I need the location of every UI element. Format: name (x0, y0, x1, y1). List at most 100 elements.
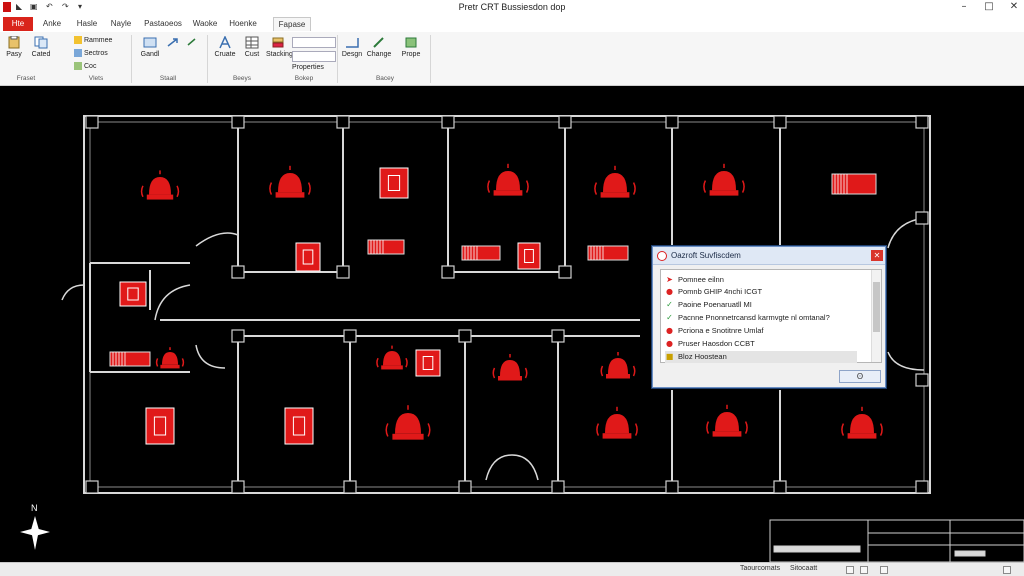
stack-button[interactable]: Stacking (266, 36, 293, 58)
snap-icon[interactable] (860, 566, 868, 574)
horn-strobe-icon[interactable] (367, 239, 405, 255)
scrollbar-thumb[interactable] (873, 282, 880, 332)
list-item-label: Pruser Haosdon CCBT (678, 339, 755, 348)
tab-insert[interactable]: Hasle (72, 17, 102, 31)
list-item[interactable]: ✓ Paoine Poenaruatll MI (665, 299, 752, 311)
tab-home[interactable]: Anke (38, 17, 66, 31)
column-marker (915, 480, 929, 494)
group-label-insert: Staall (159, 75, 177, 82)
alert-icon: ● (666, 326, 673, 335)
create-button[interactable] (162, 36, 184, 51)
horn-strobe-icon[interactable] (831, 173, 877, 195)
horn-strobe-icon[interactable] (587, 245, 629, 261)
create-label: Cruate (214, 51, 236, 58)
design-button[interactable]: Desgn (341, 36, 363, 58)
layer-combo[interactable] (292, 37, 336, 48)
horn-strobe-icon[interactable] (109, 351, 151, 367)
pull-station-icon[interactable] (295, 242, 321, 272)
insert-button[interactable]: Gandl (138, 36, 162, 58)
copy-button[interactable]: Cated (28, 36, 54, 58)
column-marker (343, 480, 357, 494)
tab-manage[interactable]: Hoenke (227, 17, 259, 31)
list-item[interactable]: ● Pomnb GHIP 4nchi ICGT (665, 286, 762, 298)
list-item[interactable]: ➤ Pomnee eilnn (665, 274, 724, 286)
grid-icon[interactable] (846, 566, 854, 574)
group-label-block: Bokep (294, 75, 314, 82)
group-separator (131, 35, 132, 83)
column-marker (665, 480, 679, 494)
close-icon[interactable]: ✕ (1005, 1, 1023, 13)
style-combo[interactable] (292, 51, 336, 62)
maximize-icon[interactable]: □ (980, 1, 998, 13)
list-item-label: Pomnee eilnn (678, 275, 724, 284)
pull-station-icon[interactable] (119, 281, 147, 307)
pull-station-icon[interactable] (145, 407, 175, 445)
column-marker (231, 115, 245, 129)
group-label-design: Beeys (232, 75, 252, 82)
coc-icon (74, 62, 82, 70)
sections-icon (74, 49, 82, 57)
list-item[interactable]: ● Pruser Haosdon CCBT (665, 338, 755, 350)
dialog-scrollbar[interactable] (871, 270, 881, 362)
tab-view[interactable]: Waoke (190, 17, 220, 31)
prope-button[interactable]: Prope (398, 36, 424, 58)
block-icon (143, 37, 157, 48)
text-icon (219, 36, 231, 49)
pull-station-icon[interactable] (379, 167, 409, 199)
pull-station-icon[interactable] (284, 407, 314, 445)
ortho-icon[interactable] (880, 566, 888, 574)
list-item[interactable]: ✓ Pacnne Pnonnetrcansd karmvgte nl omtana… (665, 312, 830, 324)
column-marker (773, 480, 787, 494)
list-item[interactable]: ● Pcriona e Snotitnre Umlaf (665, 325, 763, 337)
status-layout-label[interactable]: Sitocaatt (790, 565, 817, 572)
tab-file[interactable]: Hte (3, 17, 33, 31)
rename-label: Rammee (84, 36, 113, 44)
paste-button[interactable]: Pasy (4, 36, 24, 58)
dialog-title-bar[interactable]: Oazroft Suvfiscdem ✕ (653, 247, 885, 265)
coc-label: Coc (84, 62, 97, 70)
dialog-ok-button[interactable]: ʘ (839, 370, 881, 383)
minimize-icon[interactable]: – (955, 1, 973, 13)
prope-label: Prope (401, 51, 421, 58)
settings-icon[interactable] (1003, 566, 1011, 574)
rename-button[interactable]: Rammee (74, 36, 112, 44)
properties-label: Properties (292, 64, 324, 71)
system-dialog[interactable]: Oazroft Suvfiscdem ✕ ➤ Pomnee eilnn ● Pomn… (652, 246, 886, 388)
cust-button[interactable]: Cust (240, 36, 264, 58)
column-marker (441, 265, 455, 279)
list-item-label: Pacnne Pnonnetrcansd karmvgte nl omtanal… (678, 313, 830, 322)
group-separator (430, 35, 431, 83)
dialog-close-icon[interactable]: ✕ (871, 250, 883, 261)
list-item-label: Pomnb GHIP 4nchi ICGT (678, 287, 763, 296)
arrow-icon: ➤ (666, 275, 673, 284)
properties-button[interactable]: Properties (292, 64, 324, 71)
column-marker (336, 115, 350, 129)
dialog-title: Oazroft Suvfiscdem (671, 251, 741, 260)
dialog-list[interactable]: ➤ Pomnee eilnn ● Pomnb GHIP 4nchi ICGT ✓ Pa… (660, 269, 882, 363)
sections-label: Sectros (84, 49, 108, 57)
cust-label: Cust (244, 51, 260, 58)
group-separator (337, 35, 338, 83)
column-marker (558, 115, 572, 129)
column-marker (231, 329, 245, 343)
pull-station-icon[interactable] (415, 349, 441, 377)
sections-button[interactable]: Sectros (74, 49, 108, 57)
attach-button[interactable] (184, 36, 200, 51)
status-model-label[interactable]: Taourcomats (740, 565, 780, 572)
tab-annotate[interactable]: Nayle (107, 17, 135, 31)
coc-button[interactable]: Coc (74, 62, 96, 70)
horn-strobe-icon[interactable] (461, 245, 501, 261)
ribbon-tab-bar: Hte Anke Hasle Nayle Pastaoeos Waoke Hoe… (0, 14, 1024, 32)
list-item-label: Pcriona e Snotitnre Umlaf (678, 326, 764, 335)
tab-output[interactable]: Fapase (273, 17, 311, 31)
change-button[interactable]: Change (366, 36, 392, 58)
measure-icon (346, 38, 359, 48)
column-marker (458, 329, 472, 343)
ribbon-panel: Pasy Cated Rammee Sectros Coc Fraset Vle… (0, 32, 1024, 86)
list-item-selected[interactable]: ■ Bloz Hoostean (665, 351, 857, 363)
column-marker (773, 115, 787, 129)
group-separator (207, 35, 208, 83)
pull-station-icon[interactable] (517, 242, 541, 270)
create-text-button[interactable]: Cruate (213, 36, 237, 58)
tab-parametric[interactable]: Pastaoeos (142, 17, 184, 31)
